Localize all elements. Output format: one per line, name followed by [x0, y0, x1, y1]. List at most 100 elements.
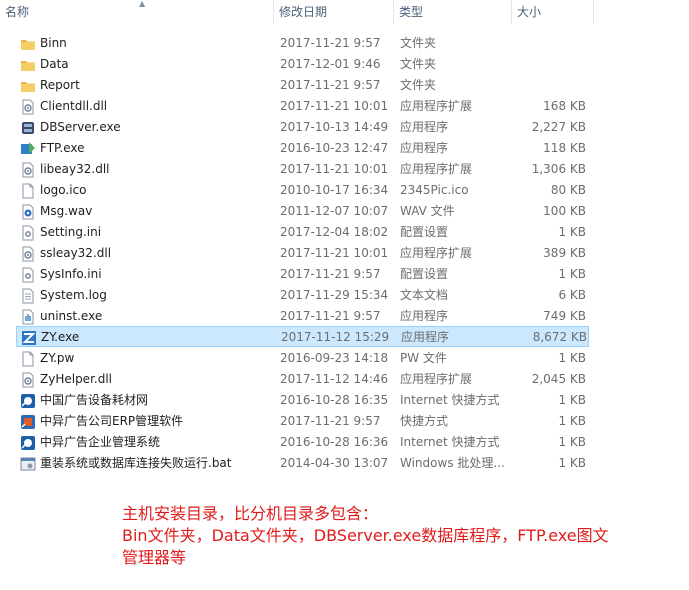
- file-modified-date: 2016-10-28 16:36: [280, 435, 389, 449]
- uninstall-exe-icon: [20, 309, 36, 325]
- folder-icon: [20, 78, 36, 94]
- column-header-type[interactable]: 类型: [394, 0, 512, 24]
- file-modified-date: 2017-11-21 10:01: [280, 246, 389, 260]
- file-size: 6 KB: [558, 288, 586, 302]
- file-name: SysInfo.ini: [40, 267, 102, 281]
- file-size: [516, 33, 586, 54]
- file-size: 1 KB: [558, 267, 586, 281]
- file-row[interactable]: Clientdll.dll 2017-11-21 10:01 应用程序扩展 168 K…: [16, 96, 589, 117]
- annotation-line-1: 主机安装目录，比分机目录多包含：: [122, 504, 379, 523]
- file-name: Clientdll.dll: [40, 99, 108, 113]
- file-row[interactable]: SysInfo.ini 2017-11-21 9:57 配置设置 1 KB: [16, 264, 589, 285]
- file-row[interactable]: Setting.ini 2017-12-04 18:02 配置设置 1 KB: [16, 222, 589, 243]
- file-modified-date: 2016-10-28 16:35: [280, 393, 389, 407]
- file-name: logo.ico: [40, 183, 87, 197]
- file-type: 文件夹: [400, 57, 437, 71]
- file-row[interactable]: ZY.exe 2017-11-12 15:29 应用程序 8,672 KB: [16, 326, 589, 347]
- folder-icon: [20, 36, 36, 52]
- file-name: DBServer.exe: [40, 120, 121, 134]
- file-row[interactable]: Data 2017-12-01 9:46 文件夹: [16, 54, 589, 75]
- file-row[interactable]: logo.ico 2010-10-17 16:34 2345Pic.ico 80 KB: [16, 180, 589, 201]
- file-modified-date: 2017-11-21 9:57: [280, 36, 381, 50]
- file-row[interactable]: 中异广告公司ERP管理软件 2017-11-21 9:57 快捷方式 1 KB: [16, 411, 589, 432]
- file-modified-date: 2017-12-04 18:02: [280, 225, 389, 239]
- file-size: 1,306 KB: [531, 162, 586, 176]
- file-type: 配置设置: [400, 225, 449, 239]
- file-row[interactable]: FTP.exe 2016-10-23 12:47 应用程序 118 KB: [16, 138, 589, 159]
- file-name: 重装系统或数据库连接失败运行.bat: [40, 456, 232, 470]
- text-file-icon: [20, 288, 36, 304]
- file-type: 快捷方式: [400, 414, 449, 428]
- file-row[interactable]: ZyHelper.dll 2017-11-12 14:46 应用程序扩展 2,045 …: [16, 369, 589, 390]
- column-header-size[interactable]: 大小: [512, 0, 594, 24]
- file-size: 1 KB: [558, 351, 586, 365]
- ftp-exe-icon: [20, 141, 36, 157]
- file-type: 应用程序扩展: [400, 246, 473, 260]
- file-row[interactable]: ssleay32.dll 2017-11-21 10:01 应用程序扩展 389 KB: [16, 243, 589, 264]
- file-icon: [20, 351, 36, 367]
- file-row[interactable]: 重装系统或数据库连接失败运行.bat 2014-04-30 13:07 Window…: [16, 453, 589, 474]
- file-size: 1 KB: [558, 435, 586, 449]
- file-name: Data: [40, 57, 69, 71]
- file-modified-date: 2017-11-12 15:29: [281, 330, 390, 344]
- file-name: Msg.wav: [40, 204, 93, 218]
- file-modified-date: 2014-04-30 13:07: [280, 456, 389, 470]
- dll-icon: [20, 246, 36, 262]
- file-type: Windows 批处理...: [400, 456, 505, 470]
- file-size: 2,045 KB: [531, 372, 586, 386]
- file-type: 应用程序: [400, 141, 449, 155]
- server-exe-icon: [20, 120, 36, 136]
- file-modified-date: 2017-11-21 10:01: [280, 162, 389, 176]
- file-size: 8,672 KB: [532, 330, 587, 344]
- ini-file-icon: [20, 225, 36, 241]
- file-row[interactable]: 中国广告设备耗材网 2016-10-28 16:35 Internet 快捷方式 1 …: [16, 390, 589, 411]
- file-row[interactable]: DBServer.exe 2017-10-13 14:49 应用程序 2,227 KB: [16, 117, 589, 138]
- file-row[interactable]: Binn 2017-11-21 9:57 文件夹: [16, 33, 589, 54]
- file-type: 应用程序: [400, 309, 449, 323]
- file-size: [516, 54, 586, 75]
- file-size: 1 KB: [558, 393, 586, 407]
- file-size: 80 KB: [550, 183, 586, 197]
- file-name: ssleay32.dll: [40, 246, 112, 260]
- zy-exe-icon: [21, 330, 37, 346]
- file-name: uninst.exe: [40, 309, 103, 323]
- file-modified-date: 2017-12-01 9:46: [280, 57, 381, 71]
- file-row[interactable]: 中异广告企业管理系统 2016-10-28 16:36 Internet 快捷方式 1…: [16, 432, 589, 453]
- file-size: 2,227 KB: [531, 120, 586, 134]
- file-modified-date: 2017-11-21 9:57: [280, 78, 381, 92]
- file-type: Internet 快捷方式: [400, 435, 500, 449]
- shortcut-icon: [20, 414, 36, 430]
- file-name: ZY.pw: [40, 351, 75, 365]
- file-modified-date: 2017-11-12 14:46: [280, 372, 389, 386]
- file-row[interactable]: Msg.wav 2011-12-07 10:07 WAV 文件 100 KB: [16, 201, 589, 222]
- file-name: libeay32.dll: [40, 162, 110, 176]
- file-modified-date: 2016-10-23 12:47: [280, 141, 389, 155]
- file-size: 168 KB: [543, 99, 586, 113]
- file-modified-date: 2010-10-17 16:34: [280, 183, 389, 197]
- file-name: 中异广告企业管理系统: [40, 435, 161, 449]
- dll-icon: [20, 372, 36, 388]
- file-row[interactable]: libeay32.dll 2017-11-21 10:01 应用程序扩展 1,306 …: [16, 159, 589, 180]
- internet-shortcut-icon: [20, 435, 36, 451]
- column-header-date[interactable]: 修改日期: [274, 0, 394, 24]
- file-modified-date: 2011-12-07 10:07: [280, 204, 389, 218]
- file-modified-date: 2017-11-21 9:57: [280, 414, 381, 428]
- file-row[interactable]: Report 2017-11-21 9:57 文件夹: [16, 75, 589, 96]
- file-size: 118 KB: [543, 141, 586, 155]
- file-type: PW 文件: [400, 351, 447, 365]
- file-name: ZyHelper.dll: [40, 372, 112, 386]
- file-modified-date: 2017-11-21 9:57: [280, 309, 381, 323]
- file-size: [516, 75, 586, 96]
- file-row[interactable]: uninst.exe 2017-11-21 9:57 应用程序 749 KB: [16, 306, 589, 327]
- file-row[interactable]: System.log 2017-11-29 15:34 文本文档 6 KB: [16, 285, 589, 306]
- sort-ascending-icon: ▲: [139, 0, 146, 8]
- file-name: FTP.exe: [40, 141, 85, 155]
- folder-icon: [20, 57, 36, 73]
- dll-icon: [20, 162, 36, 178]
- file-size: 1 KB: [558, 414, 586, 428]
- annotation-line-2: Bin文件夹，Data文件夹，DBServer.exe数据库程序，FTP.exe…: [122, 526, 609, 545]
- file-type: 2345Pic.ico: [400, 183, 469, 197]
- column-header-name[interactable]: 名称: [0, 0, 274, 24]
- file-name: Binn: [40, 36, 67, 50]
- file-row[interactable]: ZY.pw 2016-09-23 14:18 PW 文件 1 KB: [16, 348, 589, 369]
